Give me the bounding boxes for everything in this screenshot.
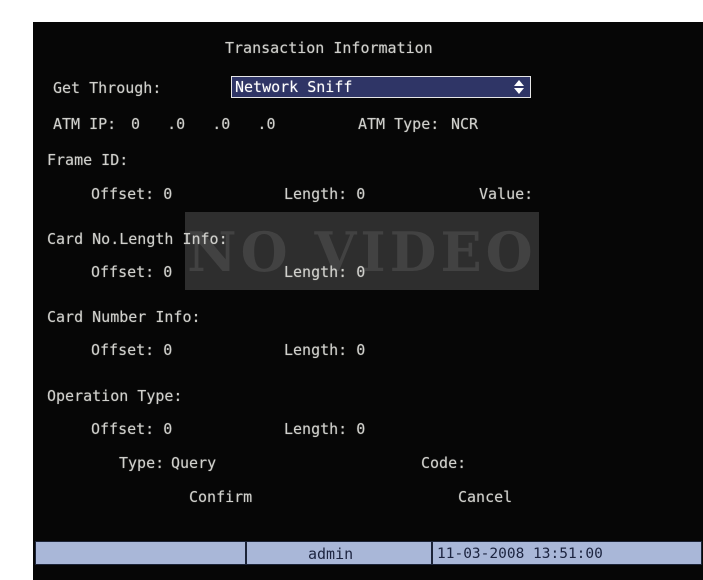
cancel-button[interactable]: Cancel — [458, 488, 512, 506]
get-through-value: Network Sniff — [235, 78, 353, 96]
status-segment-empty — [35, 541, 246, 565]
spinner-updown-icon[interactable] — [514, 80, 524, 94]
get-through-select[interactable]: Network Sniff — [231, 76, 531, 98]
card-number-length[interactable]: Length: 0 — [284, 341, 365, 359]
type-label: Type: — [119, 454, 165, 472]
confirm-button[interactable]: Confirm — [189, 488, 252, 506]
card-no-length-offset[interactable]: Offset: 0 — [91, 263, 172, 281]
status-segment-datetime: 11-03-2008 13:51:00 — [432, 541, 702, 565]
status-datetime: 11-03-2008 13:51:00 — [437, 546, 603, 562]
dvr-screen: NO VIDEO Transaction Information Get Thr… — [33, 22, 703, 580]
get-through-label: Get Through: — [53, 79, 162, 97]
operation-type-heading: Operation Type: — [47, 387, 183, 405]
card-no-length-length[interactable]: Length: 0 — [284, 263, 365, 281]
operation-type-offset[interactable]: Offset: 0 — [91, 420, 172, 438]
frame-id-heading: Frame ID: — [47, 151, 129, 169]
status-segment-user: admin — [246, 541, 432, 565]
frame-id-value[interactable]: Value: — [479, 185, 533, 203]
status-user: admin — [308, 545, 354, 563]
status-bar: admin 11-03-2008 13:51:00 — [33, 541, 703, 565]
card-number-heading: Card Number Info: — [47, 308, 201, 326]
atm-type-label: ATM Type: — [358, 115, 440, 133]
frame-id-length[interactable]: Length: 0 — [284, 185, 365, 203]
type-value[interactable]: Query — [171, 454, 216, 472]
atm-ip-label: ATM IP: — [53, 115, 117, 133]
card-number-offset[interactable]: Offset: 0 — [91, 341, 172, 359]
atm-type-value[interactable]: NCR — [451, 115, 478, 133]
card-no-length-heading: Card No.Length Info: — [47, 230, 228, 248]
dialog-title: Transaction Information — [225, 39, 433, 57]
operation-type-length[interactable]: Length: 0 — [284, 420, 365, 438]
frame-id-offset[interactable]: Offset: 0 — [91, 185, 172, 203]
atm-ip-field[interactable]: 0 .0 .0 .0 — [131, 115, 276, 133]
code-label: Code: — [421, 454, 467, 472]
